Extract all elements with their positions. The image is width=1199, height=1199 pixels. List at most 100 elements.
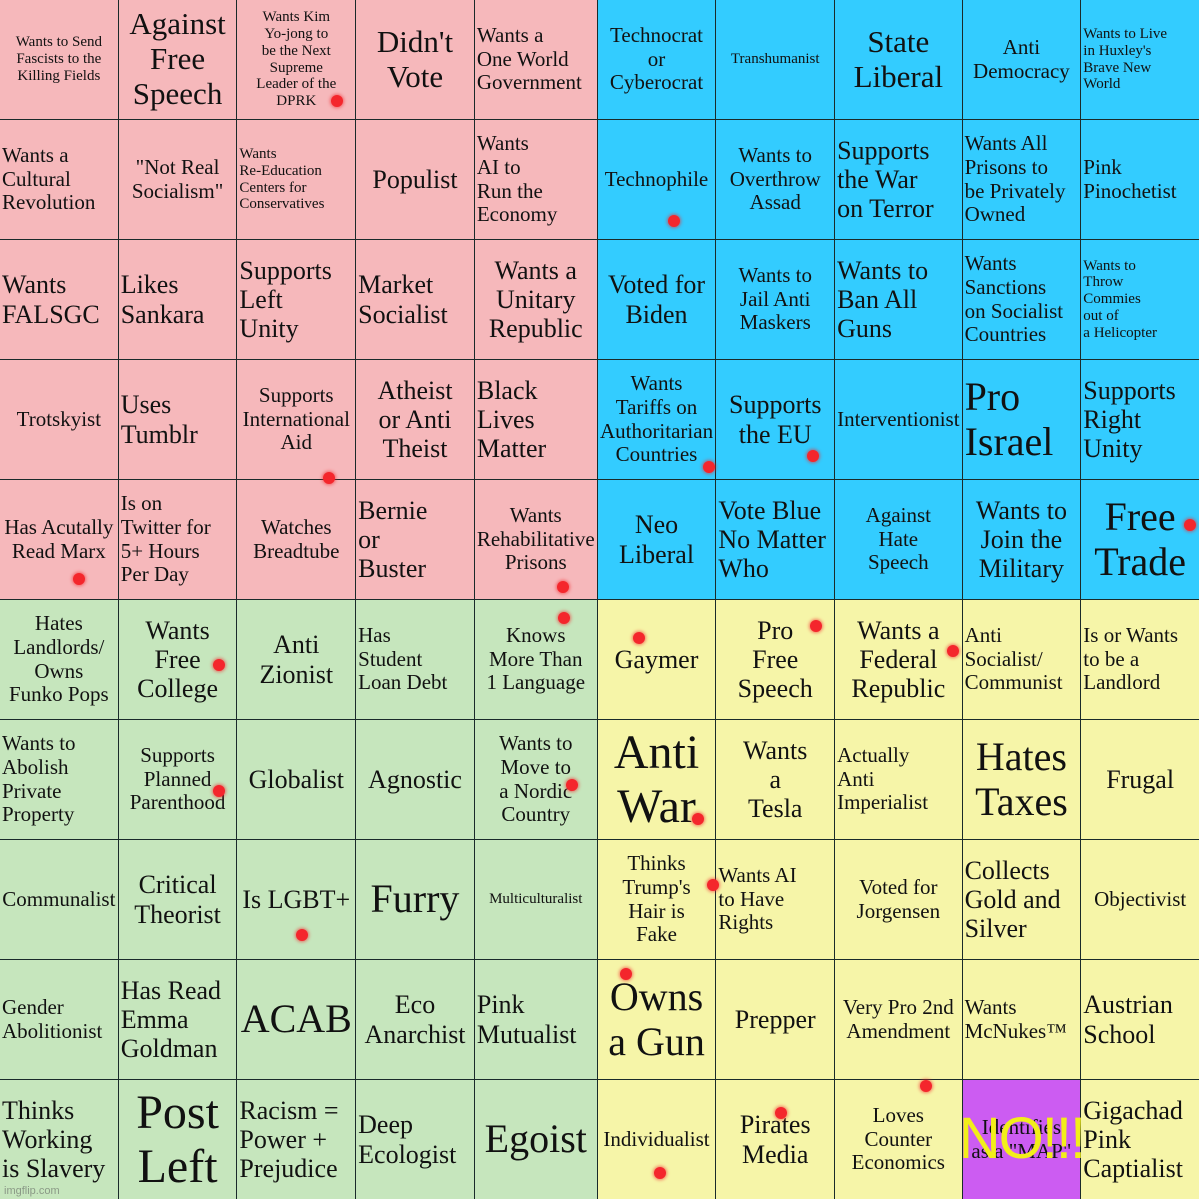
bingo-cell[interactable]: Actually Anti Imperialist: [835, 720, 962, 839]
bingo-cell[interactable]: Globalist: [237, 720, 356, 839]
bingo-cell[interactable]: Supports the War on Terror: [835, 120, 962, 239]
bingo-cell[interactable]: Wants All Prisons to be Privately Owned: [962, 120, 1081, 239]
bingo-cell[interactable]: Very Pro 2nd Amendment: [835, 960, 962, 1079]
bingo-cell[interactable]: Technocrat or Cyberocrat: [597, 0, 716, 119]
bingo-cell[interactable]: Voted for Jorgensen: [835, 840, 962, 959]
bingo-cell[interactable]: Identifies as a "MAP" NO!!!: [959, 1080, 1086, 1199]
bingo-cell[interactable]: Wants to Move to a Nordic Country: [474, 720, 597, 839]
bingo-cell[interactable]: Wants AI to Have Rights: [716, 840, 835, 959]
bingo-cell[interactable]: Wants Rehabilitative Prisons: [474, 480, 597, 599]
bingo-cell[interactable]: Anti Democracy: [962, 0, 1081, 119]
bingo-cell[interactable]: Against Hate Speech: [835, 480, 962, 599]
bingo-cell[interactable]: Technophile: [597, 120, 716, 239]
bingo-cell[interactable]: Wants a Tesla: [716, 720, 835, 839]
bingo-cell[interactable]: Post Left: [118, 1080, 237, 1199]
bingo-cell[interactable]: Wants a One World Government: [474, 0, 597, 119]
bingo-cell[interactable]: Eco Anarchist: [356, 960, 474, 1079]
bingo-cell[interactable]: Is LGBT+: [237, 840, 356, 959]
bingo-cell[interactable]: Hates Taxes: [962, 720, 1081, 839]
bingo-cell[interactable]: Pro Free Speech: [716, 600, 835, 719]
bingo-cell[interactable]: Wants Re-Education Centers for Conservat…: [237, 120, 356, 239]
bingo-cell[interactable]: Atheist or Anti Theist: [356, 360, 474, 479]
bingo-cell[interactable]: "Not Real Socialism": [118, 120, 237, 239]
bingo-cell[interactable]: Anti Zionist: [237, 600, 356, 719]
bingo-cell[interactable]: Supports Right Unity: [1081, 360, 1199, 479]
bingo-cell[interactable]: Anti War: [597, 720, 716, 839]
bingo-cell[interactable]: Wants to Abolish Private Property: [0, 720, 118, 839]
bingo-cell[interactable]: Wants Free College: [118, 600, 237, 719]
bingo-cell[interactable]: Egoist: [474, 1080, 597, 1199]
bingo-cell[interactable]: Likes Sankara: [118, 240, 237, 359]
bingo-cell[interactable]: Pirates Media: [716, 1080, 835, 1199]
bingo-cell[interactable]: Supports Left Unity: [237, 240, 356, 359]
bingo-cell[interactable]: Wants Tariffs on Authoritarian Countries: [597, 360, 716, 479]
bingo-cell[interactable]: Agnostic: [356, 720, 474, 839]
bingo-cell[interactable]: Wants to Jail Anti Maskers: [716, 240, 835, 359]
bingo-cell[interactable]: Deep Ecologist: [356, 1080, 474, 1199]
bingo-cell[interactable]: Individualist: [597, 1080, 716, 1199]
bingo-cell[interactable]: Wants to Live in Huxley's Brave New Worl…: [1081, 0, 1199, 119]
bingo-cell[interactable]: Free Trade: [1081, 480, 1199, 599]
bingo-cell[interactable]: Market Socialist: [356, 240, 474, 359]
bingo-cell[interactable]: Against Free Speech: [118, 0, 237, 119]
bingo-cell[interactable]: Frugal: [1081, 720, 1199, 839]
bingo-cell[interactable]: Thinks Working is Slavery: [0, 1080, 118, 1199]
bingo-cell[interactable]: Black Lives Matter: [474, 360, 597, 479]
bingo-cell[interactable]: Wants AI to Run the Economy: [474, 120, 597, 239]
bingo-cell[interactable]: Loves Counter Economics: [835, 1079, 962, 1199]
bingo-cell[interactable]: Racism = Power + Prejudice: [237, 1080, 356, 1199]
bingo-cell[interactable]: Watches Breadtube: [237, 480, 356, 599]
bingo-cell[interactable]: ACAB: [237, 960, 356, 1079]
bingo-cell[interactable]: Has Student Loan Debt: [356, 600, 474, 719]
bingo-cell[interactable]: Wants to Ban All Guns: [835, 240, 962, 359]
bingo-cell[interactable]: Wants Sanctions on Socialist Countries: [962, 240, 1081, 359]
bingo-cell[interactable]: Uses Tumblr: [118, 360, 237, 479]
bingo-cell[interactable]: Prepper: [716, 960, 835, 1079]
bingo-cell[interactable]: Has Read Emma Goldman: [118, 960, 237, 1079]
bingo-cell[interactable]: Supports International Aid: [237, 360, 356, 484]
bingo-cell[interactable]: Multiculturalist: [474, 840, 597, 959]
bingo-cell[interactable]: Populist: [356, 120, 474, 239]
bingo-cell[interactable]: Wants to Send Fascists to the Killing Fi…: [0, 0, 118, 119]
bingo-cell[interactable]: Wants a Federal Republic: [835, 600, 962, 719]
bingo-cell[interactable]: Wants a Unitary Republic: [474, 240, 597, 359]
bingo-cell[interactable]: Furry: [356, 840, 474, 959]
bingo-cell[interactable]: Interventionist: [835, 360, 962, 479]
bingo-cell[interactable]: Wants to Overthrow Assad: [716, 120, 835, 239]
bingo-cell[interactable]: Bernie or Buster: [356, 480, 474, 599]
bingo-cell[interactable]: Pro Israel: [962, 360, 1081, 479]
bingo-cell[interactable]: Has Acutally Read Marx: [0, 480, 118, 599]
bingo-cell[interactable]: Wants FALSGC: [0, 240, 118, 359]
bingo-cell[interactable]: Vote Blue No Matter Who: [716, 480, 835, 599]
bingo-cell[interactable]: Voted for Biden: [597, 240, 716, 359]
bingo-cell[interactable]: Gender Abolitionist: [0, 960, 118, 1079]
bingo-cell[interactable]: State Liberal: [835, 0, 962, 119]
bingo-cell[interactable]: Wants Kim Yo-jong to be the Next Supreme…: [237, 0, 356, 119]
bingo-cell[interactable]: Thinks Trump's Hair is Fake: [597, 840, 719, 959]
bingo-cell[interactable]: Wants to Join the Military: [962, 480, 1081, 599]
bingo-cell[interactable]: Gigachad Pink Captialist: [1081, 1080, 1199, 1199]
bingo-cell[interactable]: Wants a Cultural Revolution: [0, 120, 118, 239]
bingo-cell[interactable]: Knows More Than 1 Language: [474, 600, 597, 719]
bingo-cell[interactable]: Neo Liberal: [597, 480, 716, 599]
bingo-cell[interactable]: Collects Gold and Silver: [962, 840, 1081, 959]
bingo-cell[interactable]: Transhumanist: [716, 0, 835, 119]
bingo-cell[interactable]: Anti Socialist/ Communist: [962, 600, 1081, 719]
bingo-cell[interactable]: Pink Pinochetist: [1081, 120, 1199, 239]
bingo-cell[interactable]: Didn't Vote: [356, 0, 474, 119]
bingo-cell[interactable]: Hates Landlords/ Owns Funko Pops: [0, 600, 118, 719]
bingo-cell[interactable]: Is or Wants to be a Landlord: [1081, 600, 1199, 719]
bingo-cell[interactable]: Trotskyist: [0, 360, 118, 479]
bingo-cell[interactable]: Wants to Throw Commies out of a Helicopt…: [1081, 240, 1199, 359]
bingo-cell[interactable]: Supports Planned Parenthood: [118, 720, 237, 839]
bingo-cell[interactable]: Austrian School: [1081, 960, 1199, 1079]
bingo-cell[interactable]: Owns a Gun: [597, 960, 716, 1079]
bingo-cell[interactable]: Is on Twitter for 5+ Hours Per Day: [118, 480, 237, 599]
bingo-cell[interactable]: Gaymer: [597, 600, 716, 719]
bingo-cell[interactable]: Communalist: [0, 840, 118, 959]
bingo-cell[interactable]: Wants McNukes™: [962, 960, 1081, 1079]
bingo-cell[interactable]: Supports the EU: [716, 360, 835, 479]
bingo-cell[interactable]: Critical Theorist: [118, 840, 237, 959]
bingo-cell[interactable]: Objectivist: [1081, 840, 1199, 959]
bingo-cell[interactable]: Pink Mutualist: [474, 960, 597, 1079]
